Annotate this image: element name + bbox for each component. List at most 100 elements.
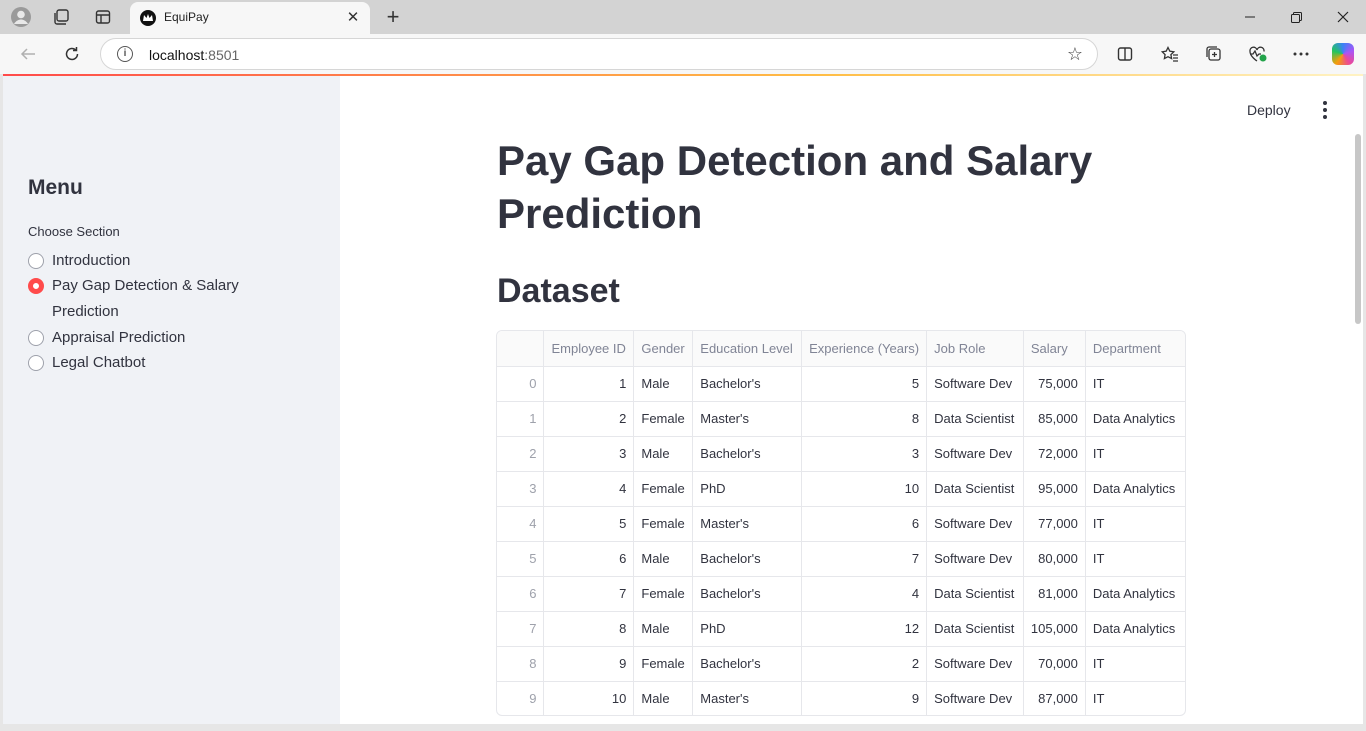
cell-gender[interactable]: Male xyxy=(633,436,694,472)
table-row[interactable]: 6 7 Female Bachelor's 4 Data Scientist 81,000 D… xyxy=(497,576,1185,612)
reload-icon[interactable] xyxy=(58,40,86,68)
cell-education[interactable]: Bachelor's xyxy=(692,366,803,402)
cell-education[interactable]: PhD xyxy=(692,471,803,507)
cell-salary[interactable]: 87,000 xyxy=(1023,681,1086,715)
cell-education[interactable]: Bachelor's xyxy=(692,541,803,577)
deploy-button[interactable]: Deploy xyxy=(1247,102,1291,118)
column-header-gender[interactable]: Gender xyxy=(633,331,694,367)
minimize-icon[interactable] xyxy=(1227,0,1273,34)
radio-option-introduction[interactable]: Introduction xyxy=(28,252,252,274)
cell-salary[interactable]: 80,000 xyxy=(1023,541,1086,577)
table-row[interactable]: 1 2 Female Master's 8 Data Scientist 85,000 Dat… xyxy=(497,401,1185,437)
new-tab-icon[interactable]: + xyxy=(380,4,406,30)
close-window-icon[interactable] xyxy=(1320,0,1366,34)
address-bar[interactable]: i localhost:8501 ☆ xyxy=(100,38,1098,70)
tab-actions-icon[interactable] xyxy=(90,5,116,29)
cell-employee-id[interactable]: 10 xyxy=(543,681,635,715)
close-tab-icon[interactable]: ✕ xyxy=(344,8,362,26)
cell-education[interactable]: Bachelor's xyxy=(692,576,803,612)
cell-salary[interactable]: 70,000 xyxy=(1023,646,1086,682)
cell-salary[interactable]: 72,000 xyxy=(1023,436,1086,472)
cell-department[interactable]: Data Analytics xyxy=(1085,471,1185,507)
cell-gender[interactable]: Male xyxy=(633,366,694,402)
cell-experience[interactable]: 8 xyxy=(801,401,928,437)
radio-option-legal-chatbot[interactable]: Legal Chatbot xyxy=(28,354,252,376)
cell-gender[interactable]: Male xyxy=(633,611,694,647)
cell-employee-id[interactable]: 7 xyxy=(543,576,635,612)
column-header-department[interactable]: Department xyxy=(1085,331,1185,367)
favorite-star-icon[interactable]: ☆ xyxy=(1067,44,1083,65)
cell-employee-id[interactable]: 9 xyxy=(543,646,635,682)
radio-button[interactable] xyxy=(28,355,44,371)
cell-experience[interactable]: 2 xyxy=(801,646,928,682)
cell-education[interactable]: Master's xyxy=(692,681,803,715)
cell-education[interactable]: Bachelor's xyxy=(692,436,803,472)
cell-experience[interactable]: 6 xyxy=(801,506,928,542)
cell-gender[interactable]: Female xyxy=(633,471,694,507)
cell-education[interactable]: Master's xyxy=(692,506,803,542)
cell-job-role[interactable]: Software Dev xyxy=(926,646,1024,682)
cell-department[interactable]: IT xyxy=(1085,506,1185,542)
cell-department[interactable]: IT xyxy=(1085,541,1185,577)
cell-experience[interactable]: 3 xyxy=(801,436,928,472)
main-menu-icon[interactable] xyxy=(1315,100,1335,120)
radio-option-appraisal-prediction[interactable]: Appraisal Prediction xyxy=(28,329,252,351)
cell-job-role[interactable]: Software Dev xyxy=(926,436,1024,472)
radio-button-selected[interactable] xyxy=(28,278,44,294)
cell-education[interactable]: Bachelor's xyxy=(692,646,803,682)
split-screen-icon[interactable] xyxy=(1112,42,1138,66)
cell-experience[interactable]: 10 xyxy=(801,471,928,507)
cell-gender[interactable]: Female xyxy=(633,506,694,542)
cell-job-role[interactable]: Software Dev xyxy=(926,681,1024,715)
column-header-employee-id[interactable]: Employee ID xyxy=(543,331,635,367)
cell-department[interactable]: Data Analytics xyxy=(1085,401,1185,437)
cell-employee-id[interactable]: 4 xyxy=(543,471,635,507)
cell-department[interactable]: IT xyxy=(1085,436,1185,472)
cell-salary[interactable]: 75,000 xyxy=(1023,366,1086,402)
cell-education[interactable]: Master's xyxy=(692,401,803,437)
table-row[interactable]: 7 8 Male PhD 12 Data Scientist 105,000 Data Ana… xyxy=(497,611,1185,647)
workspaces-icon[interactable] xyxy=(48,5,74,29)
column-header-index[interactable] xyxy=(497,331,545,367)
cell-employee-id[interactable]: 1 xyxy=(543,366,635,402)
restore-icon[interactable] xyxy=(1273,0,1319,34)
cell-job-role[interactable]: Software Dev xyxy=(926,506,1024,542)
favorites-icon[interactable] xyxy=(1157,42,1183,66)
more-options-icon[interactable] xyxy=(1288,42,1314,66)
cell-salary[interactable]: 77,000 xyxy=(1023,506,1086,542)
cell-experience[interactable]: 12 xyxy=(801,611,928,647)
table-row[interactable]: 5 6 Male Bachelor's 7 Software Dev 80,000 IT xyxy=(497,541,1185,577)
cell-job-role[interactable]: Software Dev xyxy=(926,541,1024,577)
browser-essentials-icon[interactable] xyxy=(1245,42,1271,66)
cell-gender[interactable]: Female xyxy=(633,576,694,612)
cell-gender[interactable]: Female xyxy=(633,646,694,682)
back-icon[interactable] xyxy=(14,40,42,68)
table-row[interactable]: 4 5 Female Master's 6 Software Dev 77,000 IT xyxy=(497,506,1185,542)
site-info-icon[interactable]: i xyxy=(117,46,133,62)
cell-salary[interactable]: 81,000 xyxy=(1023,576,1086,612)
radio-button[interactable] xyxy=(28,253,44,269)
browser-tab-equipay[interactable]: EquiPay ✕ xyxy=(130,2,370,34)
scrollbar[interactable] xyxy=(1355,134,1361,324)
cell-department[interactable]: IT xyxy=(1085,366,1185,402)
cell-job-role[interactable]: Data Scientist xyxy=(926,401,1024,437)
cell-gender[interactable]: Male xyxy=(633,541,694,577)
cell-salary[interactable]: 85,000 xyxy=(1023,401,1086,437)
cell-job-role[interactable]: Data Scientist xyxy=(926,471,1024,507)
cell-experience[interactable]: 4 xyxy=(801,576,928,612)
table-row[interactable]: 8 9 Female Bachelor's 2 Software Dev 70,000 IT xyxy=(497,646,1185,682)
cell-experience[interactable]: 7 xyxy=(801,541,928,577)
cell-salary[interactable]: 95,000 xyxy=(1023,471,1086,507)
cell-employee-id[interactable]: 3 xyxy=(543,436,635,472)
cell-department[interactable]: Data Analytics xyxy=(1085,611,1185,647)
column-header-experience[interactable]: Experience (Years) xyxy=(801,331,928,367)
cell-department[interactable]: Data Analytics xyxy=(1085,576,1185,612)
cell-job-role[interactable]: Data Scientist xyxy=(926,576,1024,612)
cell-employee-id[interactable]: 6 xyxy=(543,541,635,577)
cell-employee-id[interactable]: 8 xyxy=(543,611,635,647)
cell-salary[interactable]: 105,000 xyxy=(1023,611,1086,647)
cell-gender[interactable]: Male xyxy=(633,681,694,715)
cell-employee-id[interactable]: 5 xyxy=(543,506,635,542)
cell-experience[interactable]: 9 xyxy=(801,681,928,715)
collections-icon[interactable] xyxy=(1201,42,1227,66)
